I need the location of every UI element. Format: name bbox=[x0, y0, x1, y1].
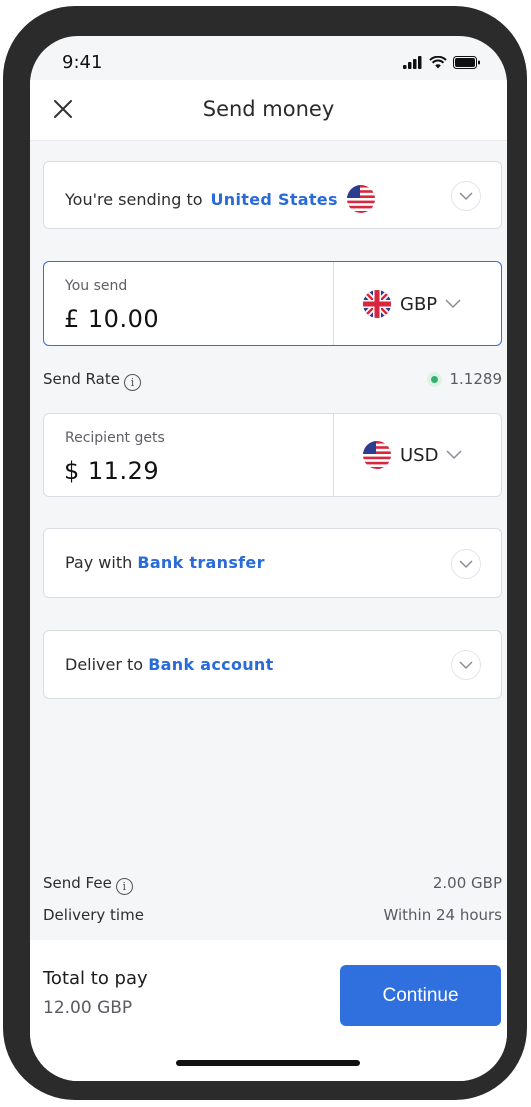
recipient-amount-card: Recipient gets $ 11.29 USD bbox=[43, 413, 502, 497]
destination-prefix: You're sending to bbox=[65, 189, 203, 209]
send-amount-card: You send £ 10.00 GBP bbox=[43, 261, 502, 346]
chevron-down-icon bbox=[445, 299, 461, 309]
destination-text: You're sending to United States bbox=[65, 184, 376, 214]
send-amount-input[interactable]: £ 10.00 bbox=[64, 305, 159, 333]
info-icon[interactable]: i bbox=[115, 878, 133, 895]
destination-chevron bbox=[451, 181, 481, 211]
pay-with-selector[interactable]: Pay with Bank transfer bbox=[43, 528, 502, 598]
home-indicator bbox=[176, 1060, 360, 1066]
pay-with-text: Pay with Bank transfer bbox=[65, 553, 265, 572]
pay-with-prefix: Pay with bbox=[65, 553, 133, 572]
phone-frame: 9:41 Send money You're sending to United… bbox=[3, 6, 527, 1100]
deliver-to-selector[interactable]: Deliver to Bank account bbox=[43, 630, 502, 699]
send-rate-value: 1.1289 bbox=[449, 370, 503, 388]
send-divider bbox=[333, 262, 334, 345]
recipient-currency-code: USD bbox=[400, 444, 439, 466]
recipient-amount-input[interactable]: $ 11.29 bbox=[64, 457, 159, 485]
info-icon[interactable]: i bbox=[123, 374, 141, 391]
destination-country: United States bbox=[210, 189, 338, 209]
chevron-down-icon bbox=[459, 660, 473, 669]
deliver-to-prefix: Deliver to bbox=[65, 655, 144, 674]
deliver-to-chevron bbox=[451, 650, 481, 680]
send-fee-label-text: Send Fee bbox=[43, 874, 112, 892]
chevron-down-icon bbox=[459, 559, 473, 568]
send-fee-label: Send Fee i bbox=[43, 874, 133, 895]
pay-with-chevron bbox=[451, 549, 481, 579]
status-icons bbox=[403, 53, 481, 71]
send-rate-label-text: Send Rate bbox=[43, 370, 120, 388]
battery-icon bbox=[453, 55, 480, 69]
send-rate-value-group: 1.1289 bbox=[430, 370, 503, 388]
continue-button[interactable]: Continue bbox=[340, 965, 501, 1026]
pay-with-method: Bank transfer bbox=[137, 553, 265, 572]
delivery-time-value: Within 24 hours bbox=[383, 906, 502, 924]
recipient-currency-selector[interactable]: USD bbox=[362, 440, 462, 470]
recipient-label: Recipient gets bbox=[65, 430, 165, 446]
chevron-down-icon bbox=[459, 191, 473, 200]
deliver-to-method: Bank account bbox=[148, 655, 274, 674]
recipient-divider bbox=[333, 414, 334, 496]
destination-selector[interactable]: You're sending to United States bbox=[43, 161, 502, 229]
us-flag-icon bbox=[346, 185, 375, 213]
chevron-down-icon bbox=[446, 450, 462, 460]
phone-screen: 9:41 Send money You're sending to United… bbox=[30, 36, 507, 1081]
total-label: Total to pay bbox=[43, 968, 148, 989]
deliver-to-text: Deliver to Bank account bbox=[65, 655, 274, 674]
send-label: You send bbox=[65, 278, 128, 294]
delivery-time-label: Delivery time bbox=[43, 906, 144, 924]
us-flag-icon bbox=[363, 441, 391, 469]
uk-flag-icon bbox=[363, 290, 391, 318]
send-rate-label: Send Rate i bbox=[43, 370, 141, 391]
status-time: 9:41 bbox=[62, 52, 103, 73]
page-title: Send money bbox=[202, 97, 335, 121]
send-currency-selector[interactable]: GBP bbox=[362, 289, 461, 319]
send-currency-code: GBP bbox=[400, 293, 438, 315]
rate-live-dot bbox=[430, 375, 438, 383]
wifi-icon bbox=[429, 55, 447, 68]
send-fee-value: 2.00 GBP bbox=[432, 874, 502, 892]
total-value: 12.00 GBP bbox=[43, 998, 133, 1018]
signal-icon bbox=[403, 55, 422, 69]
